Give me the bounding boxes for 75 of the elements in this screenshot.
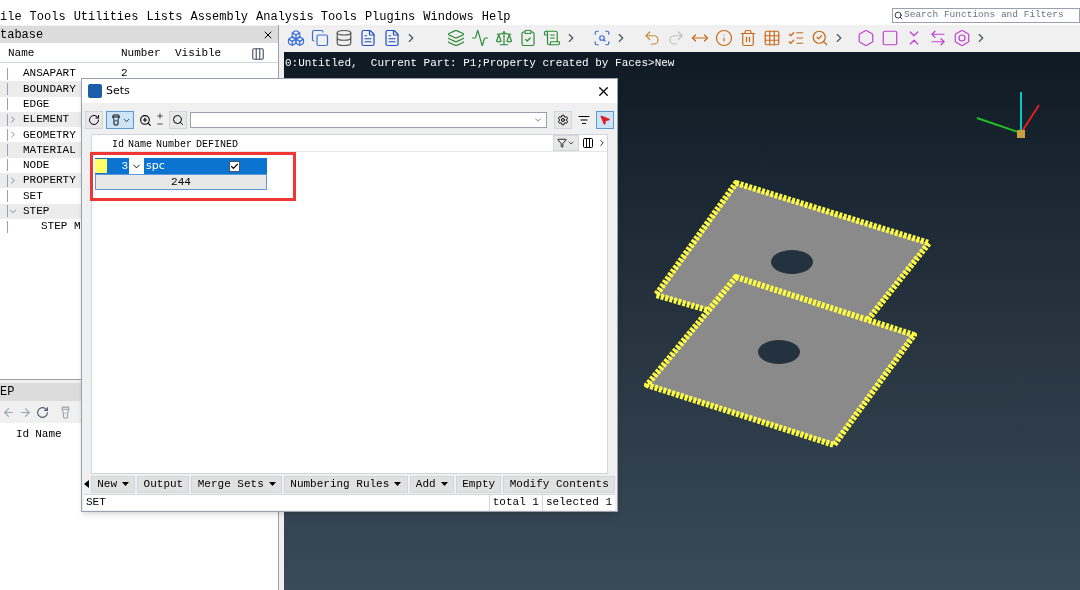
minus-icon[interactable] [156,120,164,128]
table-row[interactable]: 3 spc [95,158,267,174]
column-header[interactable]: Number [121,45,171,62]
refresh-icon[interactable] [36,405,49,419]
axis-triad-drawing [976,91,1040,138]
search-button[interactable] [169,111,187,129]
toolbar-button[interactable]: Add [409,475,454,493]
toolbar-button[interactable]: Merge Sets [191,475,283,493]
menu-item[interactable]: Utilities [69,7,143,26]
zoom-icon [138,113,152,127]
chevron-down-icon [533,115,543,125]
menu-item[interactable]: Windows [419,7,478,26]
refresh-icon [88,114,100,126]
filter-icon [557,138,567,148]
number-field[interactable]: 244 [95,174,267,190]
search-icon [172,114,184,126]
toolbar-button[interactable]: Output [137,475,190,493]
caret-icon [440,482,448,486]
menu-item[interactable]: ile [0,7,26,26]
panel-title: tabase [0,26,44,44]
menu-item[interactable]: Tools [25,7,70,26]
columns-icon[interactable] [582,137,594,149]
pointer-button[interactable] [596,111,614,129]
toolbar-button[interactable]: Empty [455,475,502,493]
more-chevron-icon[interactable] [597,138,607,148]
tree-item-label[interactable]: ANSAPART [23,65,119,82]
viewport-status-text: 0:Untitled, Current Part: P1;Property created by Faces>New [285,56,675,71]
refresh-button[interactable] [85,111,103,129]
caret-icon [268,482,276,486]
settings-button[interactable] [554,111,572,129]
menu-item[interactable]: Analysis Tools [252,7,361,26]
column-header[interactable]: Id [110,139,126,151]
column-header[interactable]: Name [8,45,121,62]
back-arrow-icon[interactable] [2,405,15,419]
chevron-right-icon[interactable] [8,114,18,126]
table-cell-text: spc [145,157,166,174]
caret-icon [122,482,130,486]
status-text: selected 1 [542,494,615,511]
column-header[interactable]: Id [16,426,30,443]
toolbar-button[interactable]: Numbering Rules [284,475,408,493]
column-header[interactable]: Name [35,426,62,443]
column-header[interactable]: DEFINED [194,139,241,151]
status-text: total 1 [488,494,542,511]
column-header[interactable]: Number [154,139,195,151]
checkbox[interactable] [229,160,240,172]
menu-item[interactable]: Plugins [360,7,420,26]
search-icon [894,11,903,20]
flashlight-button[interactable] [106,111,134,129]
toolbar-button[interactable]: Modify Contents [503,475,616,493]
menu-item[interactable]: Help [477,7,515,26]
caret-icon [394,482,402,486]
search-field[interactable]: Search Functions and Filters [892,8,1080,23]
flashlight-icon [109,114,122,126]
filter-dropdown[interactable] [553,135,579,151]
settings-icon [557,114,569,126]
plus-icon[interactable] [156,112,164,120]
column-header[interactable]: Visible [171,45,251,62]
column-header[interactable]: Name [126,139,155,151]
flashlight-icon[interactable] [59,405,72,419]
status-text: SET [85,495,107,511]
menu-item[interactable]: Assembly [186,7,253,26]
menu-item[interactable]: Lists [142,7,187,26]
search-combo-field[interactable] [190,112,547,128]
tree-item-count: 2 [121,66,128,82]
caret-icon [567,139,575,147]
dialog-title: Sets [106,82,131,99]
toolbar-button[interactable]: New [91,475,136,493]
scroll-left-icon[interactable] [84,480,89,488]
table-cell-text: 3 [120,158,129,174]
panel-title: EP [0,384,15,401]
list-filter-icon [578,114,590,126]
chevron-right-icon[interactable] [8,175,18,187]
app-logo-icon [88,84,102,98]
pointer-icon [599,114,611,126]
chevron-right-icon[interactable] [8,129,18,141]
